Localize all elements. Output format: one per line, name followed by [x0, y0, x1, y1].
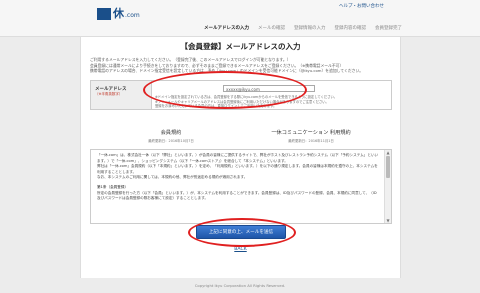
communication-terms-date: 最終更新日：2016年11月1日: [288, 139, 334, 143]
agree-and-send-button[interactable]: 上記に同意の上、メールを送信: [196, 225, 286, 239]
logo-text: 休: [113, 7, 124, 20]
email-form-row: メールアドレス （※半角英数字） xxxxx@ikyu.com ※ドメイン指定を…: [90, 80, 392, 110]
step-email-input: メールアドレスの入力: [204, 26, 249, 31]
communication-terms-title: 一休コミュニケーション 利用規約: [271, 130, 351, 136]
terms-paragraph: なお、本システムのご利用に関しては、本規約の他、弊社が別途定める規約が適用されま…: [97, 175, 248, 180]
intro-line: 携帯電話のアドレスの場合、ドメイン指定受信を設定している方は、予め「ikyu.c…: [90, 68, 364, 74]
step-info-confirm: 登録内容の確認: [334, 26, 367, 31]
email-label-note: （※半角英数字）: [95, 92, 123, 96]
main-panel: 【会員登録】メールアドレスの入力 ご利用するメールアドレスを入力してください。（…: [80, 37, 401, 278]
registration-steps: メールアドレスの入力 メールの確認 登録情報の入力 登録内容の確認 会員登録完了: [204, 25, 411, 31]
logo-sub-text: .com: [125, 12, 140, 19]
terms-content: 「一休.com」は、株式会社一休（以下「弊社」といいます。）が会員の皆様にご提供…: [91, 150, 391, 202]
terms-paragraph: 「一休.com」は、株式会社一休（以下「弊社」といいます。）が会員の皆様にご提供…: [97, 153, 379, 163]
email-note: 登録をお済みいただいている会員の方は、直接ログインしてご利用いただけます。: [155, 104, 277, 109]
logo-mark: 一: [97, 8, 111, 20]
intro-text: ご利用するメールアドレスを入力してください。（登録完了後、このメールアドレスでロ…: [90, 57, 390, 74]
ikyu-logo[interactable]: 一 休 .com: [97, 8, 140, 20]
terms-scrollbar[interactable]: ▲ ▼: [384, 150, 391, 223]
email-label-cell: メールアドレス （※半角英数字）: [91, 81, 152, 109]
scroll-up-arrow-icon[interactable]: ▲: [385, 150, 391, 155]
terms-scroll-box[interactable]: 「一休.com」は、株式会社一休（以下「弊社」といいます。）が会員の皆様にご提供…: [90, 149, 392, 224]
page-title: 【会員登録】メールアドレスの入力: [180, 42, 301, 51]
scroll-thumb[interactable]: [386, 156, 390, 178]
top-header: 一 休 .com ヘルプ・お問い合わせ メールアドレスの入力 メールの確認 登録…: [0, 0, 480, 37]
scroll-down-arrow-icon[interactable]: ▼: [385, 218, 391, 223]
terms-section-text: 所定の会員登録を行った方（以下「会員」といいます。）が、本システムを利用すること…: [97, 190, 377, 201]
back-link[interactable]: BACK: [81, 247, 400, 252]
email-input[interactable]: xxxxx@ikyu.com: [223, 85, 315, 92]
email-notes: ※ドメイン指定を設定されている方は、会員登録をする際にikyu.comからのメー…: [155, 95, 385, 109]
help-link[interactable]: ヘルプ・お問い合わせ: [339, 3, 384, 9]
step-email-confirm: メールの確認: [258, 26, 285, 31]
member-terms-title: 会員規約: [160, 130, 182, 136]
member-terms-date: 最終更新日：2016年10月7日: [148, 139, 194, 143]
terms-paragraph: 弊社は「一休.com」会員規約（以下「本規約」といいます。）を定め、「利用規約」…: [97, 164, 378, 174]
step-info-input: 登録情報の入力: [294, 26, 326, 31]
copyright: Copyright Ikyu Corporation All Rights Re…: [194, 283, 286, 288]
step-complete: 会員登録完了: [375, 26, 402, 31]
